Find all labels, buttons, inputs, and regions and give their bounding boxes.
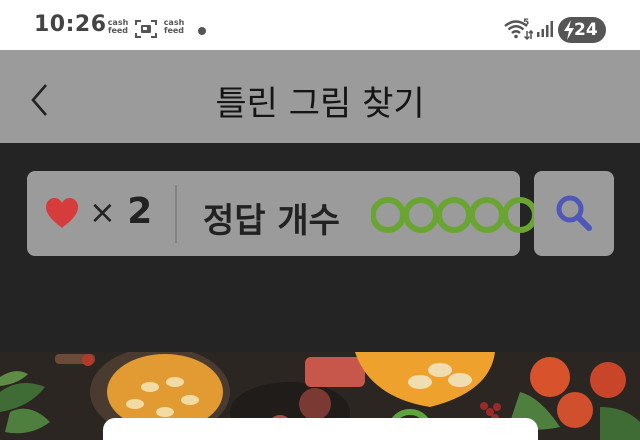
hint-button[interactable] — [534, 171, 614, 256]
dot-icon — [198, 27, 206, 35]
app-header: 틀린 그림 찾기 — [0, 50, 640, 143]
status-time: 10:26 — [34, 12, 107, 37]
status-bar: 10:26 cash feed cash feed 5 24 — [0, 0, 640, 50]
answer-circle-1 — [371, 197, 406, 233]
cashfeed-icon-2-bottom-text: feed — [163, 26, 185, 35]
signal-icon — [537, 21, 553, 37]
lives-number: 2 — [127, 191, 153, 232]
lives-count: × 2 — [89, 191, 152, 232]
scan-icon — [135, 20, 157, 38]
page-title: 틀린 그림 찾기 — [215, 84, 425, 124]
lives-multiplier-symbol: × — [89, 193, 116, 231]
heart-icon — [46, 198, 78, 228]
answers-count-label: 정답 개수 — [203, 201, 340, 241]
wifi-icon: 5 — [504, 18, 533, 41]
answer-circle-3 — [436, 197, 472, 233]
network-type-label: 5 — [523, 18, 529, 28]
panel-divider — [175, 185, 177, 243]
cashfeed-icon-bottom-text: feed — [107, 26, 129, 35]
bottom-sheet-card — [103, 418, 538, 440]
answer-circle-2 — [403, 197, 439, 233]
magnifier-icon — [556, 195, 592, 231]
answer-progress — [371, 197, 538, 233]
answer-circle-5 — [502, 197, 538, 233]
battery-level: 24 — [574, 20, 598, 40]
battery-icon: 24 — [558, 17, 606, 43]
answer-circle-4 — [469, 197, 505, 233]
cashfeed-notification-icon-2: cash feed — [159, 19, 189, 35]
cashfeed-notification-icon: cash feed — [103, 19, 133, 35]
game-status-panel: × 2 정답 개수 — [27, 171, 538, 256]
